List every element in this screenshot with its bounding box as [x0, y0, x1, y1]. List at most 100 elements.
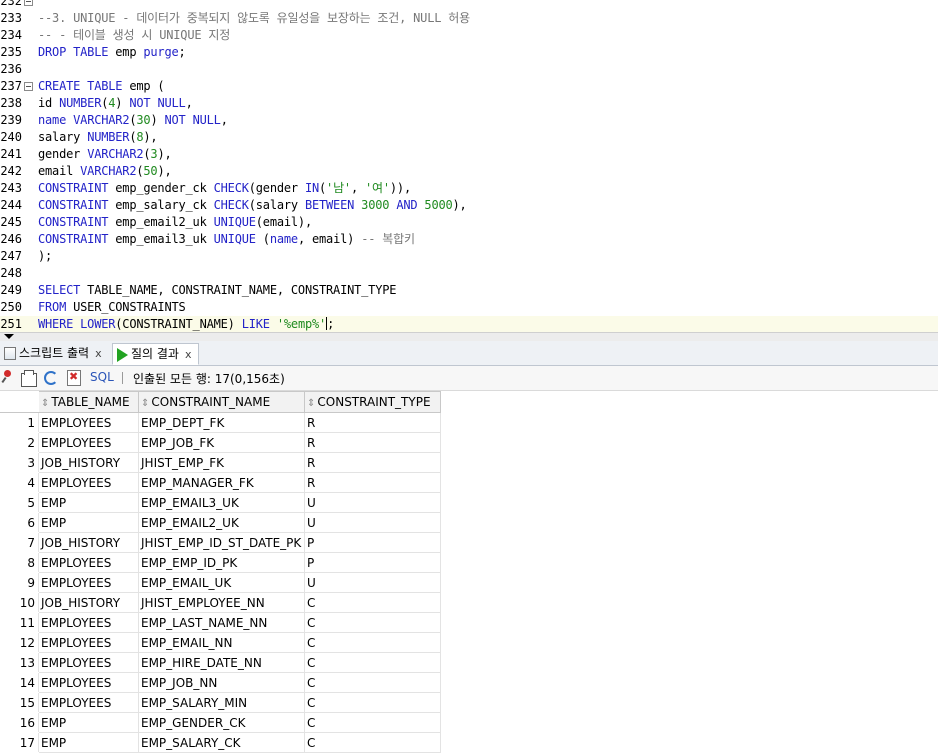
- cell-constraint-name[interactable]: EMP_JOB_FK: [138, 432, 305, 453]
- column-header-constraint-name[interactable]: ⇕ CONSTRAINT_NAME: [138, 391, 305, 413]
- sql-button[interactable]: SQL: [90, 370, 114, 384]
- table-row[interactable]: 1 EMPLOYEES EMP_DEPT_FK R: [0, 412, 441, 433]
- cell-constraint-type[interactable]: U: [304, 572, 441, 593]
- tab-close-icon[interactable]: x: [185, 348, 192, 361]
- editor-line[interactable]: 238 id NUMBER(4) NOT NULL,: [0, 95, 938, 112]
- editor-line[interactable]: 249 SELECT TABLE_NAME, CONSTRAINT_NAME, C…: [0, 282, 938, 299]
- editor-line[interactable]: 234 -- - 테이블 생성 시 UNIQUE 지정: [0, 27, 938, 44]
- cell-constraint-name[interactable]: EMP_MANAGER_FK: [138, 472, 305, 493]
- cell-constraint-type[interactable]: C: [304, 612, 441, 633]
- column-header-table-name[interactable]: ⇕ TABLE_NAME: [38, 391, 139, 413]
- cell-constraint-name[interactable]: EMP_JOB_NN: [138, 672, 305, 693]
- table-row[interactable]: 5 EMP EMP_EMAIL3_UK U: [0, 492, 441, 513]
- cell-constraint-name[interactable]: EMP_EMAIL2_UK: [138, 512, 305, 533]
- cell-table-name[interactable]: EMPLOYEES: [38, 692, 139, 713]
- cell-constraint-name[interactable]: EMP_SALARY_CK: [138, 732, 305, 753]
- cell-constraint-type[interactable]: C: [304, 632, 441, 653]
- cell-constraint-name[interactable]: EMP_HIRE_DATE_NN: [138, 652, 305, 673]
- cell-constraint-type[interactable]: U: [304, 492, 441, 513]
- cell-constraint-name[interactable]: EMP_EMAIL_NN: [138, 632, 305, 653]
- results-grid[interactable]: ⇕ TABLE_NAME ⇕ CONSTRAINT_NAME ⇕ CONSTRAINT…: [0, 391, 938, 754]
- column-header-constraint-type[interactable]: ⇕ CONSTRAINT_TYPE: [304, 391, 441, 413]
- cell-table-name[interactable]: EMPLOYEES: [38, 552, 139, 573]
- panel-splitter[interactable]: [0, 332, 938, 341]
- cell-table-name[interactable]: EMPLOYEES: [38, 672, 139, 693]
- editor-line[interactable]: 250 FROM USER_CONSTRAINTS: [0, 299, 938, 316]
- table-row[interactable]: 2 EMPLOYEES EMP_JOB_FK R: [0, 432, 441, 453]
- tab-query-result[interactable]: 질의 결과 x: [112, 343, 199, 365]
- editor-line[interactable]: 244 CONSTRAINT emp_salary_ck CHECK(salary…: [0, 197, 938, 214]
- refresh-icon[interactable]: [44, 371, 58, 385]
- table-row[interactable]: 12 EMPLOYEES EMP_EMAIL_NN C: [0, 632, 441, 653]
- cell-table-name[interactable]: JOB_HISTORY: [38, 592, 139, 613]
- cancel-query-icon[interactable]: [67, 370, 81, 386]
- cell-constraint-type[interactable]: R: [304, 432, 441, 453]
- cell-table-name[interactable]: EMPLOYEES: [38, 632, 139, 653]
- editor-line[interactable]: 233 --3. UNIQUE - 데이터가 중복되지 않도록 유일성을 보장하는…: [0, 10, 938, 27]
- editor-line[interactable]: 239 name VARCHAR2(30) NOT NULL,: [0, 112, 938, 129]
- cell-constraint-name[interactable]: JHIST_EMP_FK: [138, 452, 305, 473]
- table-row[interactable]: 8 EMPLOYEES EMP_EMP_ID_PK P: [0, 552, 441, 573]
- collapse-triangle-icon[interactable]: [4, 334, 14, 339]
- table-row[interactable]: 4 EMPLOYEES EMP_MANAGER_FK R: [0, 472, 441, 493]
- cell-constraint-type[interactable]: C: [304, 652, 441, 673]
- editor-line[interactable]: 243 CONSTRAINT emp_gender_ck CHECK(gender…: [0, 180, 938, 197]
- cell-table-name[interactable]: EMP: [38, 712, 139, 733]
- editor-line[interactable]: 251 WHERE LOWER(CONSTRAINT_NAME) LIKE '%e…: [0, 316, 938, 332]
- editor-line[interactable]: 248: [0, 265, 938, 282]
- fold-toggle-icon[interactable]: [24, 82, 33, 91]
- table-row[interactable]: 13 EMPLOYEES EMP_HIRE_DATE_NN C: [0, 652, 441, 673]
- cell-constraint-type[interactable]: C: [304, 712, 441, 733]
- cell-constraint-type[interactable]: C: [304, 732, 441, 753]
- cell-constraint-type[interactable]: P: [304, 552, 441, 573]
- cell-constraint-name[interactable]: EMP_LAST_NAME_NN: [138, 612, 305, 633]
- cell-table-name[interactable]: EMPLOYEES: [38, 432, 139, 453]
- cell-constraint-type[interactable]: C: [304, 672, 441, 693]
- editor-line[interactable]: 241 gender VARCHAR2(3),: [0, 146, 938, 163]
- cell-constraint-name[interactable]: EMP_DEPT_FK: [138, 412, 305, 433]
- cell-table-name[interactable]: JOB_HISTORY: [38, 532, 139, 553]
- cell-constraint-type[interactable]: R: [304, 472, 441, 493]
- editor-line[interactable]: 245 CONSTRAINT emp_email2_uk UNIQUE(email…: [0, 214, 938, 231]
- cell-constraint-name[interactable]: EMP_EMP_ID_PK: [138, 552, 305, 573]
- print-icon[interactable]: [21, 370, 37, 387]
- cell-constraint-type[interactable]: P: [304, 532, 441, 553]
- editor-line[interactable]: 236: [0, 61, 938, 78]
- cell-table-name[interactable]: EMPLOYEES: [38, 612, 139, 633]
- table-row[interactable]: 3 JOB_HISTORY JHIST_EMP_FK R: [0, 452, 441, 473]
- cell-constraint-type[interactable]: U: [304, 512, 441, 533]
- cell-table-name[interactable]: EMP: [38, 732, 139, 753]
- cell-constraint-type[interactable]: R: [304, 452, 441, 473]
- fold-toggle-icon[interactable]: [24, 0, 33, 6]
- editor-line[interactable]: 247);: [0, 248, 938, 265]
- cell-table-name[interactable]: JOB_HISTORY: [38, 452, 139, 473]
- cell-constraint-type[interactable]: C: [304, 592, 441, 613]
- editor-line[interactable]: 235 DROP TABLE emp purge;: [0, 44, 938, 61]
- cell-table-name[interactable]: EMP: [38, 512, 139, 533]
- cell-table-name[interactable]: EMPLOYEES: [38, 572, 139, 593]
- editor-line[interactable]: 240 salary NUMBER(8),: [0, 129, 938, 146]
- cell-constraint-name[interactable]: EMP_EMAIL_UK: [138, 572, 305, 593]
- table-row[interactable]: 15 EMPLOYEES EMP_SALARY_MIN C: [0, 692, 441, 713]
- editor-line[interactable]: 237 CREATE TABLE emp (: [0, 78, 938, 95]
- table-row[interactable]: 16 EMP EMP_GENDER_CK C: [0, 712, 441, 733]
- cell-constraint-name[interactable]: EMP_SALARY_MIN: [138, 692, 305, 713]
- cell-constraint-type[interactable]: R: [304, 412, 441, 433]
- pin-icon[interactable]: [2, 370, 14, 380]
- editor-line[interactable]: 242 email VARCHAR2(50),: [0, 163, 938, 180]
- cell-table-name[interactable]: EMPLOYEES: [38, 652, 139, 673]
- table-row[interactable]: 10 JOB_HISTORY JHIST_EMPLOYEE_NN C: [0, 592, 441, 613]
- cell-constraint-type[interactable]: C: [304, 692, 441, 713]
- editor-line[interactable]: 246 CONSTRAINT emp_email3_uk UNIQUE (name…: [0, 231, 938, 248]
- table-row[interactable]: 11 EMPLOYEES EMP_LAST_NAME_NN C: [0, 612, 441, 633]
- table-row[interactable]: 17 EMP EMP_SALARY_CK C: [0, 732, 441, 753]
- cell-table-name[interactable]: EMPLOYEES: [38, 412, 139, 433]
- cell-constraint-name[interactable]: EMP_EMAIL3_UK: [138, 492, 305, 513]
- table-row[interactable]: 7 JOB_HISTORY JHIST_EMP_ID_ST_DATE_PK P: [0, 532, 441, 553]
- cell-constraint-name[interactable]: JHIST_EMPLOYEE_NN: [138, 592, 305, 613]
- cell-constraint-name[interactable]: EMP_GENDER_CK: [138, 712, 305, 733]
- cell-table-name[interactable]: EMPLOYEES: [38, 472, 139, 493]
- sql-editor[interactable]: 232 233 --3. UNIQUE - 데이터가 중복되지 않도록 유일성을 보…: [0, 0, 938, 332]
- tab-close-icon[interactable]: x: [95, 347, 102, 360]
- editor-line[interactable]: 232: [0, 0, 938, 10]
